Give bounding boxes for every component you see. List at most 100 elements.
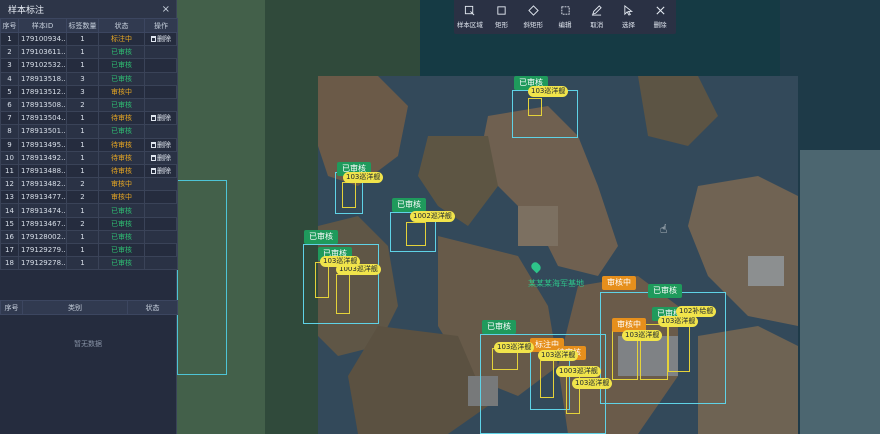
table-row[interactable]: 12 178913482... 2 审核中 [0,177,178,192]
ship-label-pill: 103巡洋舰 [658,316,699,327]
annotation-inner-box[interactable] [528,98,542,116]
row-index-cell: 3 [0,58,19,73]
label-count-cell: 1 [66,31,99,47]
status-cell: 待审核 [98,163,145,179]
edit-icon [560,6,570,15]
column-header: 类别 [22,300,128,316]
status-cell: 已审核 [98,45,145,60]
delete-link[interactable]: 删除 [157,114,171,122]
row-index-cell: 4 [0,71,19,86]
action-cell[interactable]: 删除 [144,163,178,179]
table-row[interactable]: 11 178913488... 1 待审核 删除 [0,163,178,179]
status-cell: 审核中 [98,84,145,99]
delete-link[interactable]: 删除 [157,141,171,149]
tool-label: 选择 [621,21,635,29]
annotation-box[interactable] [512,90,578,138]
status-cell: 待审核 [98,150,145,165]
row-index-cell: 13 [0,190,19,205]
action-cell [144,177,178,192]
column-header: 状态 [127,300,178,316]
delete-button[interactable]: 删除 [644,0,676,34]
rectangle-button[interactable]: 矩形 [486,0,518,34]
edit-button[interactable]: 编辑 [549,0,581,34]
tool-label: 样本区域 [456,21,483,29]
table-row[interactable]: 16 179128002... 1 已审核 [0,229,178,245]
empty-state-text: 暂无数据 [74,340,102,349]
action-cell[interactable]: 删除 [144,137,178,152]
annotation-inner-box[interactable] [336,274,350,314]
close-icon [656,6,665,15]
sample-table: 序号 样本ID 标签数量 状态 操作 1 179100934... 1 标注中 删除 2 1… [0,18,178,271]
table-row[interactable]: 8 178913501... 1 已审核 [0,124,178,139]
annotation-inner-box[interactable] [406,222,426,246]
table-header-row: 序号 类别 状态 [0,300,178,316]
table-row[interactable]: 5 178913512... 3 审核中 [0,84,178,99]
action-cell [144,124,178,139]
label-count-cell: 3 [66,71,99,86]
ship-label-pill: 1003巡洋舰 [556,366,601,377]
action-cell[interactable]: 删除 [144,111,178,126]
table-row[interactable]: 15 178913467... 2 已审核 [0,216,178,231]
ship-label-pill: 1002巡洋舰 [410,211,455,222]
action-cell[interactable]: 删除 [144,150,178,165]
status-cell: 已审核 [98,124,145,139]
annotation-status-tag: 审核中 [602,276,636,290]
annotation-inner-box[interactable] [315,262,329,298]
annotation-inner-box[interactable] [668,326,690,372]
delete-link[interactable]: 删除 [157,35,171,43]
rotated-rectangle-button[interactable]: 斜矩形 [517,0,549,34]
select-button[interactable]: 选择 [613,0,645,34]
sample-id-cell: 178913504... [18,111,67,126]
table-row[interactable]: 7 178913504... 1 待审核 删除 [0,111,178,126]
tool-label: 斜矩形 [523,21,544,29]
tool-label: 矩形 [495,21,509,29]
label-count-cell: 2 [66,216,99,231]
action-cell [144,71,178,86]
delete-link[interactable]: 删除 [157,154,171,162]
table-row[interactable]: 6 178913508... 2 已审核 [0,97,178,113]
row-index-cell: 11 [0,163,19,179]
annotation-inner-box[interactable] [342,182,356,208]
close-icon[interactable]: × [162,4,170,15]
ship-label-pill: 102补给舰 [676,306,717,317]
table-row[interactable]: 9 178913495... 1 待审核 删除 [0,137,178,152]
table-row[interactable]: 13 178913477... 2 审核中 [0,190,178,205]
sample-id-cell: 178913477... [18,190,67,205]
label-count-cell: 1 [66,242,99,258]
rectangle-icon [497,6,506,15]
action-cell[interactable]: 删除 [144,31,178,47]
sample-area-button[interactable]: 样本区域 [454,0,486,34]
table-row[interactable]: 18 179129278... 1 已审核 [0,256,178,271]
status-cell: 审核中 [98,177,145,192]
status-cell: 待审核 [98,137,145,152]
row-index-cell: 8 [0,124,19,139]
table-row[interactable]: 1 179100934... 1 标注中 删除 [0,31,178,47]
cancel-button[interactable]: 取消 [581,0,613,34]
annotation-inner-box[interactable] [540,360,554,398]
select-cursor-icon [624,5,633,16]
sample-id-cell: 178913482... [18,177,67,192]
label-count-cell: 1 [66,163,99,179]
table-row[interactable]: 2 179103611... 1 已审核 [0,45,178,60]
row-index-cell: 17 [0,242,19,258]
column-header: 状态 [98,18,145,33]
panel-divider [0,270,176,300]
table-row[interactable]: 17 179129279... 1 已审核 [0,242,178,258]
label-count-cell: 1 [66,58,99,73]
category-table: 序号 类别 状态 [0,300,178,316]
table-row[interactable]: 3 179102532... 1 已审核 [0,58,178,73]
sample-panel: 样本标注 × 序号 样本ID 标签数量 状态 操作 1 179100934... 1… [0,0,178,434]
table-row[interactable]: 14 178913474... 1 已审核 [0,203,178,218]
status-cell: 已审核 [98,256,145,271]
sample-region-box[interactable] [177,180,227,375]
delete-link[interactable]: 删除 [157,167,171,175]
sample-id-cell: 178913512... [18,84,67,99]
panel-header: 样本标注 × [0,0,176,18]
sample-id-cell: 178913488... [18,163,67,179]
table-row[interactable]: 10 178913492... 1 待审核 删除 [0,150,178,165]
table-row[interactable]: 4 178913518... 3 已审核 [0,71,178,86]
annotation-status-tag: 已审核 [392,198,426,212]
row-index-cell: 5 [0,84,19,99]
label-count-cell: 1 [66,45,99,60]
tool-label: 编辑 [558,21,572,29]
